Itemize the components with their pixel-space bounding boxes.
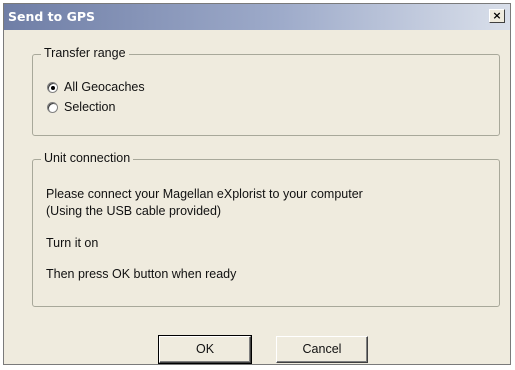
title-bar[interactable]: Send to GPS × — [4, 4, 510, 30]
window-title: Send to GPS — [8, 9, 96, 24]
ok-button[interactable]: OK — [158, 335, 252, 364]
send-to-gps-dialog: Send to GPS × Transfer range All Geocach… — [3, 3, 511, 365]
radio-all-geocaches-label: All Geocaches — [64, 80, 145, 94]
cancel-button[interactable]: Cancel — [276, 336, 368, 363]
radio-selection[interactable]: Selection — [47, 99, 115, 115]
unit-connection-group: Unit connection Please connect your Mage… — [32, 151, 500, 307]
unit-connection-legend: Unit connection — [41, 151, 134, 165]
radio-unchecked-icon[interactable] — [47, 101, 58, 113]
close-icon[interactable]: × — [489, 9, 505, 23]
radio-selection-label: Selection — [64, 100, 116, 114]
transfer-range-group: Transfer range All Geocaches Selection — [32, 46, 500, 136]
transfer-range-legend: Transfer range — [41, 46, 129, 60]
instruction-connect: Please connect your Magellan eXplorist t… — [46, 187, 363, 201]
instruction-press-ok: Then press OK button when ready — [46, 267, 237, 281]
radio-all-geocaches[interactable]: All Geocaches — [47, 79, 145, 95]
instruction-turn-on: Turn it on — [46, 236, 99, 250]
instruction-usb-cable: (Using the USB cable provided) — [46, 204, 222, 218]
radio-checked-icon[interactable] — [47, 81, 58, 93]
